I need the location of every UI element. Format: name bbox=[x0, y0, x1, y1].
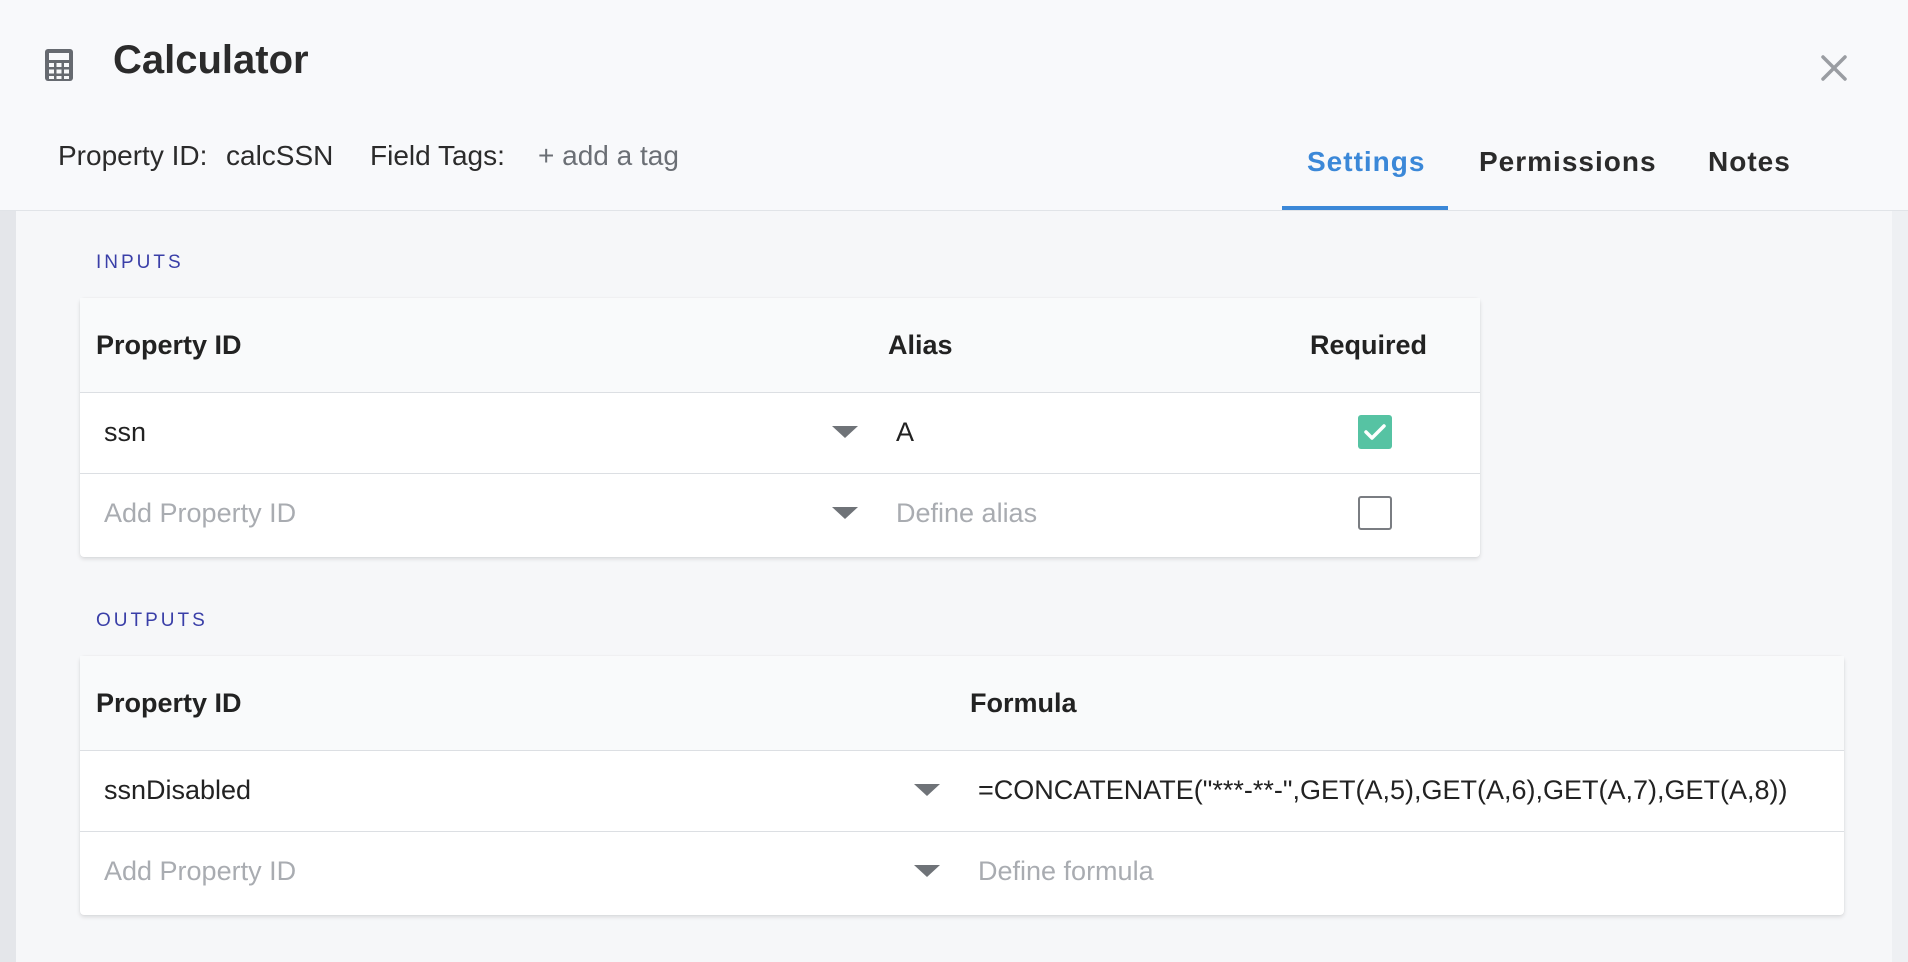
inputs-table-header: Property ID Alias Required bbox=[80, 298, 1480, 393]
column-header-property-id: Property ID bbox=[96, 330, 242, 360]
modal-title: Calculator bbox=[113, 38, 309, 82]
column-header-alias: Alias bbox=[888, 330, 953, 360]
tab-permissions[interactable]: Permissions bbox=[1479, 146, 1657, 178]
inputs-section-label: INPUTS bbox=[96, 252, 184, 273]
tab-settings[interactable]: Settings bbox=[1307, 146, 1425, 178]
chevron-down-icon[interactable] bbox=[914, 784, 940, 796]
chevron-down-icon[interactable] bbox=[832, 426, 858, 438]
table-row: Add Property ID Define alias bbox=[80, 474, 1480, 554]
required-checkbox[interactable] bbox=[1358, 496, 1392, 530]
formula-input[interactable]: Define formula bbox=[978, 856, 1154, 887]
alias-input[interactable]: A bbox=[896, 417, 914, 448]
close-icon[interactable] bbox=[1816, 50, 1852, 86]
outputs-table-header: Property ID Formula bbox=[80, 656, 1844, 751]
checkmark-icon bbox=[1364, 424, 1386, 440]
backdrop-panel bbox=[0, 210, 16, 962]
active-tab-indicator bbox=[1282, 206, 1448, 210]
property-id-label: Property ID: bbox=[58, 140, 208, 171]
outputs-table: Property ID Formula ssnDisabled =CONCATE… bbox=[80, 656, 1844, 915]
modal-header: Calculator Property ID: calcSSN Field Ta… bbox=[0, 0, 1908, 211]
alias-input[interactable]: Define alias bbox=[896, 498, 1037, 529]
table-row: Add Property ID Define formula bbox=[80, 832, 1844, 912]
chevron-down-icon[interactable] bbox=[914, 865, 940, 877]
tab-notes[interactable]: Notes bbox=[1708, 146, 1791, 178]
table-row: ssn A bbox=[80, 393, 1480, 474]
property-id-select[interactable]: ssn bbox=[104, 417, 146, 448]
column-header-required: Required bbox=[1310, 330, 1428, 360]
field-tags-label: Field Tags: bbox=[370, 140, 505, 171]
calculator-modal: Calculator Property ID: calcSSN Field Ta… bbox=[0, 0, 1908, 962]
calculator-icon bbox=[45, 49, 73, 81]
outputs-section-label: OUTPUTS bbox=[96, 610, 208, 631]
formula-input[interactable]: =CONCATENATE("***-**-",GET(A,5),GET(A,6)… bbox=[978, 775, 1788, 806]
table-row: ssnDisabled =CONCATENATE("***-**-",GET(A… bbox=[80, 751, 1844, 832]
column-header-property-id: Property ID bbox=[96, 688, 242, 718]
property-id-select[interactable]: ssnDisabled bbox=[104, 775, 251, 806]
chevron-down-icon[interactable] bbox=[832, 507, 858, 519]
add-tag-link[interactable]: + add a tag bbox=[538, 140, 679, 172]
property-id-value: calcSSN bbox=[226, 140, 334, 171]
add-property-id-select[interactable]: Add Property ID bbox=[104, 856, 296, 887]
required-checkbox[interactable] bbox=[1358, 415, 1392, 449]
inputs-table: Property ID Alias Required ssn A Add Pro… bbox=[80, 298, 1480, 557]
column-header-formula: Formula bbox=[970, 688, 1077, 718]
add-property-id-select[interactable]: Add Property ID bbox=[104, 498, 296, 529]
